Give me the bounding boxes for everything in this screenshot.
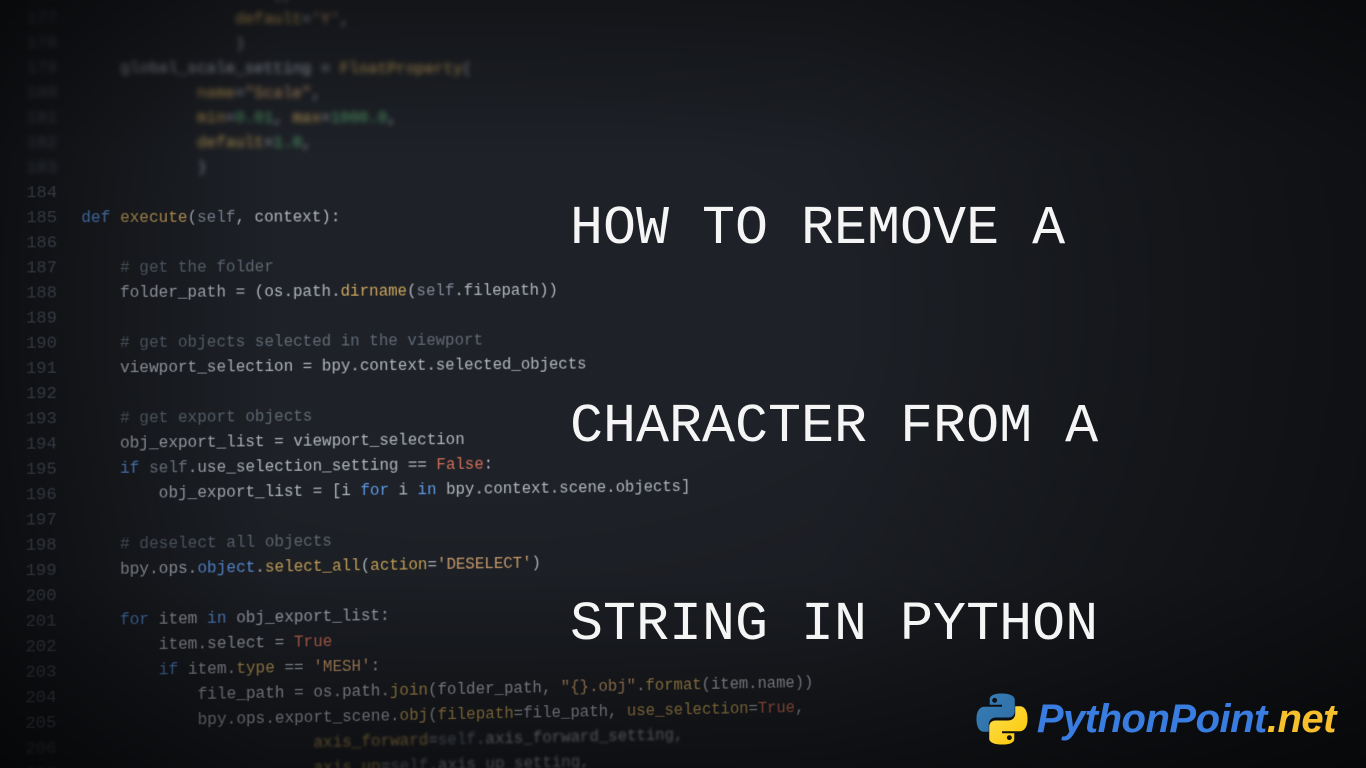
brand-name-suffix: .net (1267, 697, 1336, 741)
brand-name-primary: PythonPoint (1037, 697, 1267, 741)
line-number-gutter: 1761771781791801811821831841851861871881… (0, 0, 68, 768)
headline-line-2: CHARACTER FROM A (570, 395, 1098, 458)
headline-line-3: STRING IN PYTHON (570, 593, 1098, 656)
brand-text: PythonPoint.net (1037, 697, 1336, 742)
headline-title: HOW TO REMOVE A CHARACTER FROM A STRING … (570, 80, 1330, 674)
brand-lockup: PythonPoint.net (975, 692, 1336, 746)
headline-line-1: HOW TO REMOVE A (570, 197, 1065, 260)
python-logo-icon (975, 692, 1029, 746)
